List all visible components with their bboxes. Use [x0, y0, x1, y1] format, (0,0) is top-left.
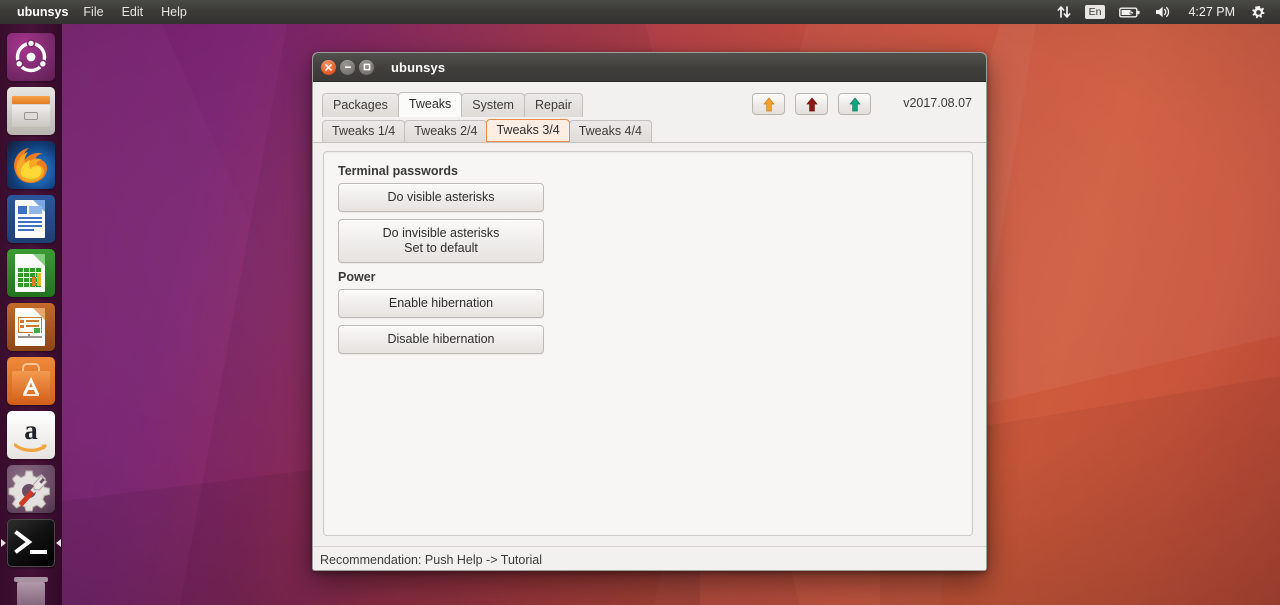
launcher-running-indicator	[1, 539, 6, 547]
section-title-power: Power	[338, 270, 960, 284]
subtab-tweaks-1[interactable]: Tweaks 1/4	[322, 120, 405, 142]
menu-help[interactable]: Help	[152, 0, 196, 24]
gear-icon[interactable]	[1244, 0, 1273, 24]
launcher-item-ubuntu-software[interactable]	[0, 354, 62, 408]
launcher-item-dash-home[interactable]	[0, 30, 62, 84]
unity-launcher: a	[0, 24, 62, 605]
enable-hibernation-button[interactable]: Enable hibernation	[338, 289, 544, 318]
amazon-icon: a	[7, 411, 55, 459]
tab-system[interactable]: System	[461, 93, 525, 117]
tab-tweaks[interactable]: Tweaks	[398, 92, 462, 117]
do-visible-asterisks-button[interactable]: Do visible asterisks	[338, 183, 544, 212]
launcher-item-libreoffice-writer[interactable]	[0, 192, 62, 246]
close-icon[interactable]	[321, 60, 336, 75]
window-body: Packages Tweaks System Repair	[313, 82, 986, 571]
impress-icon	[7, 303, 55, 351]
subtab-tweaks-3[interactable]: Tweaks 3/4	[486, 119, 569, 142]
tab-repair[interactable]: Repair	[524, 93, 583, 117]
dist-upgrade-button[interactable]	[838, 93, 871, 115]
launcher-focused-indicator	[56, 539, 61, 547]
disable-hibernation-button[interactable]: Disable hibernation	[338, 325, 544, 354]
maximize-icon[interactable]	[359, 60, 374, 75]
version-label: v2017.08.07	[903, 96, 972, 113]
firefox-icon	[7, 141, 55, 189]
update-button[interactable]	[752, 93, 785, 115]
status-bar-text: Recommendation: Push Help -> Tutorial	[320, 553, 542, 567]
volume-icon[interactable]	[1148, 0, 1179, 24]
status-bar: Recommendation: Push Help -> Tutorial	[313, 546, 986, 571]
window-title: ubunsys	[391, 60, 445, 75]
content-panel-wrapper: Terminal passwords Do visible asterisks …	[313, 143, 986, 546]
launcher-item-terminal[interactable]	[0, 516, 62, 570]
launcher-item-system-settings[interactable]	[0, 462, 62, 516]
ubunsys-window: ubunsys Packages Tweaks System Repair	[312, 52, 987, 571]
launcher-item-trash[interactable]	[0, 570, 62, 605]
panel-app-name[interactable]: ubunsys	[8, 0, 74, 24]
button-label-line2: Set to default	[343, 241, 539, 256]
button-label-line1: Enable hibernation	[389, 296, 493, 310]
tab-packages[interactable]: Packages	[322, 93, 399, 117]
do-invisible-asterisks-button[interactable]: Do invisible asterisks Set to default	[338, 219, 544, 263]
menu-file[interactable]: File	[74, 0, 112, 24]
ubuntu-logo-icon	[7, 33, 55, 81]
subtab-tweaks-4[interactable]: Tweaks 4/4	[569, 120, 652, 142]
sub-tab-row: Tweaks 1/4 Tweaks 2/4 Tweaks 3/4 Tweaks …	[313, 117, 986, 143]
calc-icon	[7, 249, 55, 297]
launcher-item-firefox[interactable]	[0, 138, 62, 192]
subtab-tweaks-2[interactable]: Tweaks 2/4	[404, 120, 487, 142]
window-titlebar[interactable]: ubunsys	[313, 53, 986, 82]
writer-icon	[7, 195, 55, 243]
button-label-line1: Do invisible asterisks	[383, 226, 500, 240]
keyboard-layout-indicator[interactable]: En	[1078, 0, 1113, 24]
main-tabs: Packages Tweaks System Repair	[322, 92, 582, 117]
tweaks-content-panel: Terminal passwords Do visible asterisks …	[323, 151, 973, 536]
battery-charging-icon[interactable]	[1112, 0, 1148, 24]
toolbar: v2017.08.07	[752, 93, 972, 117]
settings-icon	[7, 465, 55, 513]
launcher-item-files[interactable]	[0, 84, 62, 138]
minimize-icon[interactable]	[340, 60, 355, 75]
software-center-icon	[7, 357, 55, 405]
network-updown-icon[interactable]	[1050, 0, 1078, 24]
top-panel: ubunsys File Edit Help En	[0, 0, 1280, 24]
trash-icon	[7, 573, 55, 605]
keyboard-layout-label: En	[1085, 5, 1106, 19]
panel-menu-area: ubunsys File Edit Help	[0, 0, 196, 24]
button-label-line1: Disable hibernation	[387, 332, 494, 346]
launcher-item-amazon[interactable]: a	[0, 408, 62, 462]
menu-edit[interactable]: Edit	[113, 0, 153, 24]
main-tab-row: Packages Tweaks System Repair	[313, 82, 986, 117]
button-label-line1: Do visible asterisks	[388, 190, 495, 204]
clock[interactable]: 4:27 PM	[1179, 5, 1244, 19]
terminal-icon	[7, 519, 55, 567]
launcher-item-libreoffice-impress[interactable]	[0, 300, 62, 354]
panel-indicator-area: En 4:27 PM	[1050, 0, 1280, 24]
file-manager-icon	[7, 87, 55, 135]
upgrade-button[interactable]	[795, 93, 828, 115]
section-title-terminal-passwords: Terminal passwords	[338, 164, 960, 178]
launcher-item-libreoffice-calc[interactable]	[0, 246, 62, 300]
